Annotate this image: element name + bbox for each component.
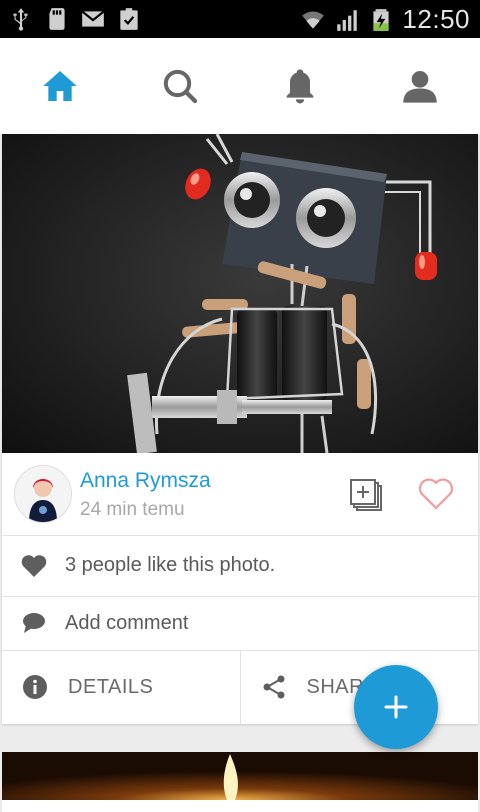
post-author: Anna Rymsza 24 min temu — [2, 453, 478, 536]
post-card: Anna Rymsza 24 min temu 3 people like th… — [2, 134, 478, 724]
share-icon — [263, 675, 284, 699]
bell-icon — [286, 69, 314, 104]
status-bar: 12:50 — [0, 0, 480, 38]
tab-notifications[interactable] — [240, 38, 360, 134]
wifi-icon — [302, 11, 325, 29]
profile-icon — [403, 71, 437, 103]
avatar[interactable] — [14, 465, 72, 523]
add-to-collection-icon[interactable] — [346, 475, 386, 515]
tab-profile[interactable] — [360, 38, 480, 134]
mail-icon — [81, 10, 105, 27]
top-navigation — [0, 38, 480, 134]
heart-icon — [21, 554, 47, 577]
search-icon — [163, 69, 198, 104]
tab-search[interactable] — [120, 38, 240, 134]
add-comment-row[interactable]: Add comment — [2, 596, 478, 651]
comment-icon — [23, 613, 45, 633]
add-post-fab[interactable] — [354, 665, 438, 749]
info-icon — [23, 675, 47, 699]
add-comment-label: Add comment — [65, 611, 189, 634]
tab-home[interactable] — [0, 38, 120, 134]
signal-icon — [337, 9, 358, 31]
sd-card-icon — [49, 8, 65, 30]
likes-text: 3 people like this photo. — [65, 554, 276, 576]
plus-icon — [384, 695, 408, 719]
likes-row[interactable]: 3 people like this photo. — [2, 535, 478, 597]
next-post-photo[interactable] — [2, 752, 478, 800]
post-timestamp: 24 min temu — [80, 499, 185, 520]
like-heart-icon[interactable] — [416, 473, 456, 513]
next-post-card — [2, 752, 478, 812]
robot-photo-illustration — [2, 134, 478, 453]
battery-charging-icon — [373, 8, 390, 31]
details-label: DETAILS — [68, 676, 154, 698]
author-name[interactable]: Anna Rymsza — [80, 469, 211, 493]
clipboard-check-icon — [120, 8, 138, 30]
usb-icon — [13, 8, 28, 31]
clock: 12:50 — [402, 4, 470, 34]
details-button[interactable]: DETAILS — [2, 650, 240, 724]
post-photo[interactable] — [2, 134, 478, 453]
home-icon — [43, 71, 77, 101]
